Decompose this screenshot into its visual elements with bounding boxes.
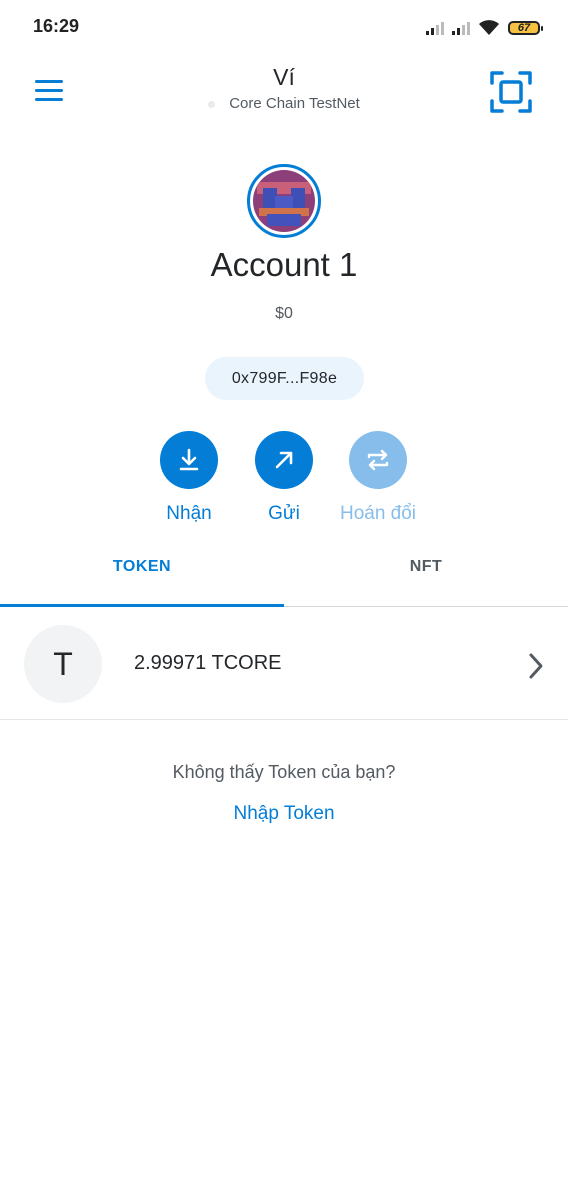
token-row-tcore[interactable]: T 2.99971 TCORE — [0, 607, 568, 719]
battery-icon: 67 — [508, 21, 543, 35]
send-label: Gửi — [268, 503, 300, 524]
import-token-link[interactable]: Nhập Token — [233, 803, 334, 824]
network-indicator[interactable]: Core Chain TestNet — [0, 95, 568, 112]
import-token-link-wrap: Nhập Token — [0, 803, 568, 825]
battery-level: 67 — [517, 22, 531, 34]
swap-icon — [349, 431, 407, 489]
account-balance: $0 — [275, 305, 293, 322]
status-icons: 67 — [426, 17, 543, 39]
swap-button[interactable]: Hoán đổi — [328, 431, 428, 525]
network-name: Core Chain TestNet — [229, 95, 360, 112]
status-time: 16:29 — [33, 16, 80, 36]
tab-nft[interactable]: NFT — [284, 558, 568, 576]
account-name[interactable]: Account 1 — [0, 246, 568, 284]
receive-label: Nhận — [166, 503, 212, 524]
token-icon: T — [24, 625, 102, 703]
chevron-right-icon — [529, 653, 543, 679]
swap-label: Hoán đổi — [339, 503, 417, 524]
network-dot-icon — [208, 100, 216, 108]
page-title: Ví — [273, 64, 295, 90]
wifi-icon — [479, 20, 499, 35]
row-divider — [0, 719, 568, 720]
send-icon — [255, 431, 313, 489]
send-button[interactable]: Gửi — [234, 431, 334, 525]
account-avatar[interactable] — [247, 164, 321, 238]
scan-qr-icon[interactable] — [490, 71, 532, 113]
receive-icon — [160, 431, 218, 489]
missing-token-text: Không thấy Token của bạn? — [172, 762, 396, 782]
identicon — [253, 170, 315, 232]
cell-signal-icon — [426, 21, 444, 35]
token-amount: 2.99971 TCORE — [134, 652, 282, 674]
tab-token[interactable]: TOKEN — [0, 558, 284, 576]
cell-signal-2-icon — [452, 21, 470, 35]
receive-button[interactable]: Nhận — [139, 431, 239, 525]
account-address-pill[interactable]: 0x799F...F98e — [205, 357, 364, 400]
